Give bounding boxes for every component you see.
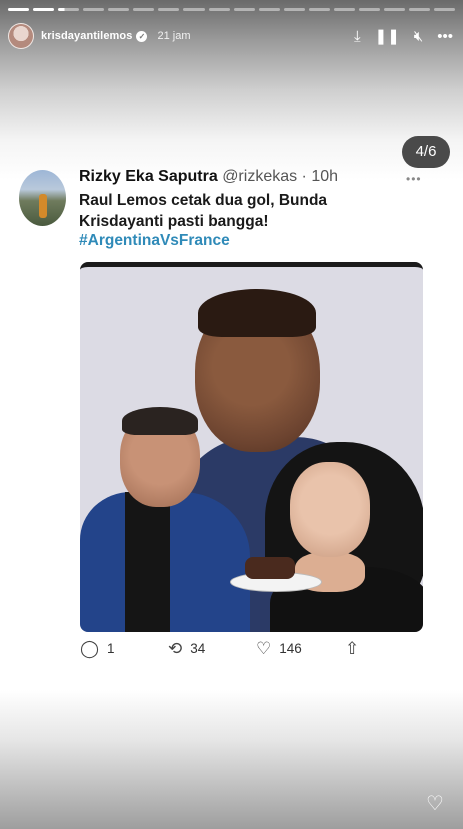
like-action: ♡ 146 [256,640,302,657]
mute-icon[interactable]: 🔇︎ [414,29,423,44]
reply-action: ◯ 1 [80,640,115,657]
tweet-hashtag: #ArgentinaVsFrance [79,232,230,249]
download-icon[interactable]: ⤓ [354,29,361,44]
progress-segment [308,8,330,11]
story-time: 21 jam [157,30,191,42]
progress-segment [108,8,130,11]
tweet-text: Raul Lemos cetak dua gol, Bunda Krisdaya… [79,192,328,230]
story-progress-bar [8,8,456,11]
retweet-count: 34 [190,641,206,656]
tweet-author-avatar [19,170,66,226]
verified-badge-icon: ✓ [136,30,148,42]
progress-segment [333,8,355,11]
retweet-action: ⟲ 34 [168,640,205,657]
story-header: krisdayantilemos ✓ 21 jam ⤓ ❚❚ 🔇︎ ••• [8,22,453,50]
header-controls: ⤓ ❚❚ 🔇︎ ••• [354,29,453,44]
tweet-image [80,262,423,632]
image-figure-shape [290,462,370,557]
page-indicator: 4/6 [402,136,450,168]
tweet-more-icon: ••• [406,172,422,186]
like-count: 146 [279,641,302,656]
tweet-actions: ◯ 1 ⟲ 34 ♡ 146 ⇧ [80,640,380,664]
progress-segment [409,8,431,11]
reply-icon: ◯ [80,639,100,658]
share-icon: ⇧ [345,639,360,658]
image-figure-shape [125,492,170,632]
image-figure-shape [198,289,316,337]
progress-segment [83,8,105,11]
tweet-handle-time: @rizkekas · 10h [222,168,339,185]
progress-segment [8,8,30,11]
progress-segment [233,8,255,11]
progress-segment [183,8,205,11]
image-figure-shape [122,407,198,435]
story-username[interactable]: krisdayantilemos [41,30,132,42]
progress-segment [158,8,180,11]
pause-icon[interactable]: ❚❚ [375,29,400,44]
tweet-author-name: Rizky Eka Saputra [79,168,218,185]
tweet-author: Rizky Eka Saputra @rizkekas · 10h [79,168,338,186]
retweet-icon: ⟲ [168,639,183,658]
progress-segment [358,8,380,11]
reply-count: 1 [107,641,115,656]
profile-avatar[interactable] [8,23,34,49]
progress-segment [258,8,280,11]
heart-icon: ♡ [256,639,272,658]
progress-segment [33,8,55,11]
progress-segment [58,8,80,11]
progress-segment [133,8,155,11]
story-like-heart-icon[interactable]: ♡ [426,794,444,814]
progress-segment [283,8,305,11]
progress-segment [434,8,456,11]
more-icon[interactable]: ••• [437,29,453,44]
share-action: ⇧ [345,640,367,657]
progress-segment [383,8,405,11]
image-cake-shape [245,557,295,579]
progress-segment [208,8,230,11]
